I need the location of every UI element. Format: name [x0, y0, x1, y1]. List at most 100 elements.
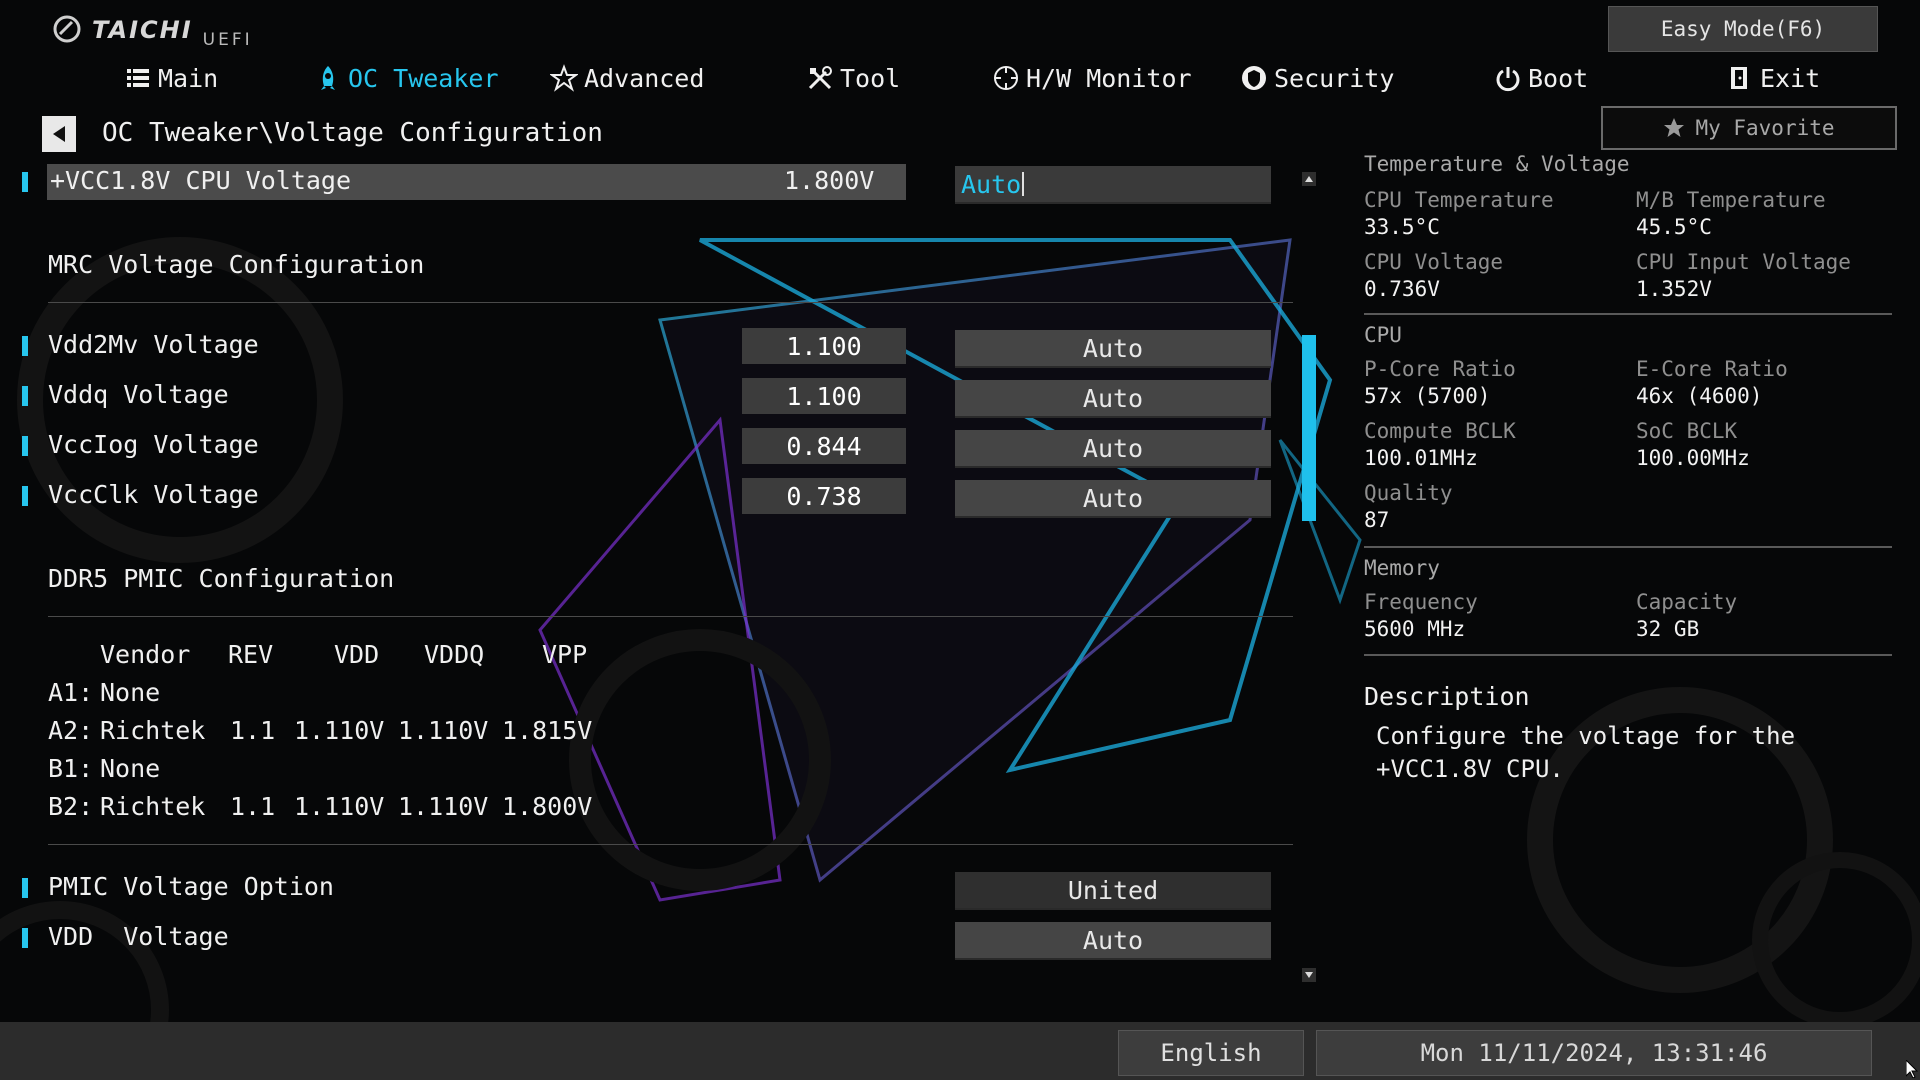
taichi-logo-icon — [53, 15, 81, 43]
brand-logo: TAICHI UEFI — [52, 14, 253, 50]
setting-label: PMIC Voltage Option — [48, 872, 334, 901]
memory-frequency-value: 5600 MHz — [1364, 617, 1466, 641]
e-core-ratio-label: E-Core Ratio — [1636, 357, 1788, 381]
text-cursor — [1022, 172, 1025, 196]
my-favorite-button[interactable]: My Favorite — [1601, 106, 1897, 150]
memory-capacity-label: Capacity — [1636, 590, 1738, 614]
pmic-vdd: 1.110V — [294, 716, 385, 745]
setting-row-vdd2mv[interactable]: Vdd2Mv Voltage 1.100 Auto — [0, 328, 1300, 368]
tab-tool-label: Tool — [840, 63, 901, 93]
cpu-temperature-label: CPU Temperature — [1364, 188, 1554, 212]
pmic-vendor: Richtek — [100, 716, 206, 745]
setting-select[interactable]: Auto — [955, 380, 1271, 418]
setting-row-vddq[interactable]: Vddq Voltage 1.100 Auto — [0, 378, 1300, 418]
setting-current-value: 1.100 — [742, 328, 906, 364]
pmic-vddq: 1.110V — [398, 792, 489, 821]
setting-marker — [22, 336, 28, 356]
setting-row-vccclk[interactable]: VccClk Voltage 0.738 Auto — [0, 478, 1300, 518]
datetime-display: Mon 11/11/2024, 13:31:46 — [1316, 1030, 1872, 1076]
setting-marker — [22, 928, 28, 948]
list-icon — [127, 69, 149, 87]
tab-exit[interactable]: Exit — [1726, 60, 1820, 96]
description-title: Description — [1364, 682, 1530, 711]
setting-label: Vddq Voltage — [48, 380, 229, 409]
pmic-header-vdd: VDD — [334, 640, 380, 669]
pmic-header-vendor: Vendor — [100, 640, 191, 669]
e-core-ratio-value: 46x (4600) — [1636, 384, 1763, 408]
cpu-temperature-value: 33.5°C — [1364, 215, 1440, 239]
setting-label: VccClk Voltage — [48, 480, 259, 509]
divider — [1364, 313, 1892, 315]
star-icon — [1664, 118, 1685, 137]
scrollbar-thumb[interactable] — [1302, 335, 1316, 521]
divider — [48, 616, 1293, 617]
tab-exit-label: Exit — [1760, 63, 1821, 93]
tools-icon — [808, 66, 832, 90]
easy-mode-button[interactable]: Easy Mode(F6) — [1608, 6, 1878, 52]
quality-value: 87 — [1364, 508, 1390, 532]
tab-advanced[interactable]: Advanced — [550, 60, 704, 96]
setting-current-value: 1.800V — [784, 166, 875, 195]
tab-security[interactable]: Security — [1240, 60, 1394, 96]
pmic-slot: B2: — [48, 792, 94, 821]
tab-main[interactable]: Main — [124, 60, 218, 96]
rocket-icon — [321, 66, 335, 90]
mb-temperature-label: M/B Temperature — [1636, 188, 1826, 212]
tab-oc-tweaker-label: OC Tweaker — [348, 63, 499, 93]
compute-bclk-value: 100.01MHz — [1364, 446, 1478, 470]
exit-icon — [1731, 67, 1747, 89]
pmic-vendor: None — [100, 754, 161, 783]
star-icon — [550, 64, 578, 92]
back-button[interactable] — [42, 116, 76, 152]
cpu-input-voltage-label: CPU Input Voltage — [1636, 250, 1851, 274]
setting-row-vdd-voltage[interactable]: VDD Voltage Auto — [0, 920, 1300, 960]
setting-row-vcc18[interactable]: +VCC1.8V CPU Voltage 1.800V Auto — [0, 164, 1300, 204]
panel-title-memory: Memory — [1364, 556, 1440, 580]
divider — [1364, 654, 1892, 656]
soc-bclk-value: 100.00MHz — [1636, 446, 1750, 470]
p-core-ratio-value: 57x (5700) — [1364, 384, 1491, 408]
tab-boot[interactable]: Boot — [1494, 60, 1588, 96]
pmic-slot: B1: — [48, 754, 94, 783]
setting-label: Vdd2Mv Voltage — [48, 330, 259, 359]
pmic-header-vddq: VDDQ — [424, 640, 485, 669]
vcc18-setting-value: Auto — [961, 169, 1022, 199]
setting-row-vcciog[interactable]: VccIog Voltage 0.844 Auto — [0, 428, 1300, 468]
setting-row-pmic-voltage-option[interactable]: PMIC Voltage Option United — [0, 870, 1300, 910]
pmic-rev: 1.1 — [230, 792, 276, 821]
scrollbar[interactable] — [1302, 172, 1316, 982]
my-favorite-label: My Favorite — [1695, 116, 1835, 140]
back-arrow-icon — [53, 126, 65, 142]
setting-select[interactable]: United — [955, 872, 1271, 910]
pmic-vendor: None — [100, 678, 161, 707]
language-button[interactable]: English — [1118, 1030, 1304, 1076]
setting-select[interactable]: Auto — [955, 330, 1271, 368]
cpu-voltage-label: CPU Voltage — [1364, 250, 1504, 274]
memory-capacity-value: 32 GB — [1636, 617, 1700, 641]
mb-temperature-value: 45.5°C — [1636, 215, 1712, 239]
tab-oc-tweaker[interactable]: OC Tweaker — [314, 60, 499, 96]
background-artwork — [0, 237, 1920, 1080]
setting-current-value: 0.738 — [742, 478, 906, 514]
setting-select[interactable]: Auto — [955, 480, 1271, 518]
breadcrumb: OC Tweaker\Voltage Configuration — [102, 118, 603, 148]
pmic-vdd: 1.110V — [294, 792, 385, 821]
setting-select[interactable]: Auto — [955, 430, 1271, 468]
vcc18-setting-input[interactable]: Auto — [955, 166, 1271, 204]
description-text: Configure the voltage for the +VCC1.8V C… — [1376, 722, 1796, 783]
tab-hw-monitor-label: H/W Monitor — [1026, 63, 1192, 93]
pmic-header-vpp: VPP — [542, 640, 588, 669]
section-title-pmic: DDR5 PMIC Configuration — [48, 564, 395, 593]
tab-tool[interactable]: Tool — [806, 60, 900, 96]
scroll-down-arrow-icon[interactable] — [1302, 968, 1316, 982]
setting-current-value: 0.844 — [742, 428, 906, 464]
pmic-vpp: 1.800V — [502, 792, 593, 821]
setting-select[interactable]: Auto — [955, 922, 1271, 960]
brand-sub: UEFI — [202, 30, 253, 50]
pmic-slot: A2: — [48, 716, 94, 745]
divider — [1364, 546, 1892, 548]
memory-frequency-label: Frequency — [1364, 590, 1478, 614]
tab-hw-monitor[interactable]: H/W Monitor — [992, 60, 1192, 96]
setting-marker — [22, 878, 28, 898]
scroll-up-arrow-icon[interactable] — [1302, 172, 1316, 186]
